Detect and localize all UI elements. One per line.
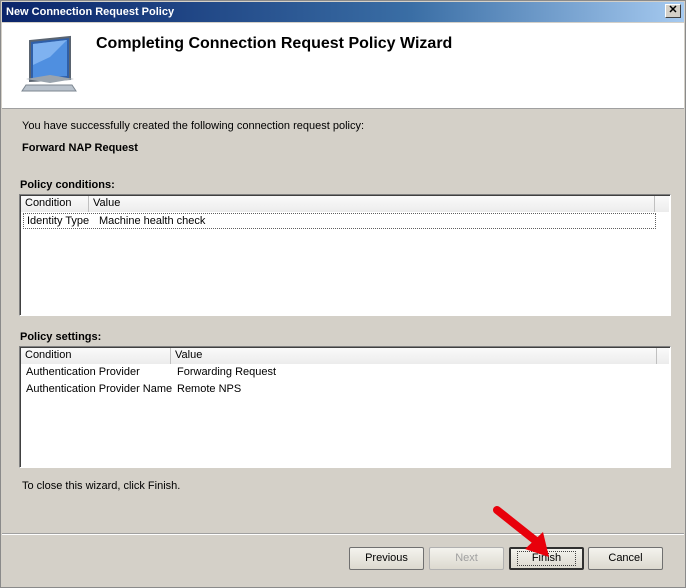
close-hint: To close this wizard, click Finish. [22,480,181,492]
button-divider [2,533,684,535]
column-value[interactable]: Value [89,196,655,212]
row-value: Remote NPS [177,383,242,395]
settings-header: Condition Value [21,348,669,364]
title-bar: New Connection Request Policy ✕ [2,2,684,22]
row-condition: Authentication Provider Name [26,383,173,395]
settings-list[interactable]: Condition Value Authentication Provider … [19,346,671,468]
success-message: You have successfully created the follow… [22,120,365,132]
cancel-button[interactable]: Cancel [588,547,663,570]
row-condition: Identity Type [27,215,90,227]
red-arrow-icon [493,506,549,557]
column-filler [657,348,669,364]
row-condition: Authentication Provider [26,366,140,378]
table-row[interactable]: Authentication Provider Forwarding Reque… [23,365,656,381]
conditions-header: Condition Value [21,196,669,212]
wizard-window: New Connection Request Policy ✕ Completi… [0,0,686,588]
column-condition[interactable]: Condition [21,348,171,364]
close-icon[interactable]: ✕ [665,4,681,18]
row-value: Forwarding Request [177,366,277,378]
table-row[interactable]: Identity Type Machine health check [23,213,656,229]
column-condition[interactable]: Condition [21,196,89,212]
window-title: New Connection Request Policy [6,6,175,18]
column-filler [655,196,669,212]
settings-label: Policy settings: [20,331,102,343]
column-value[interactable]: Value [171,348,657,364]
policy-name: Forward NAP Request [22,142,138,154]
row-value: Machine health check [99,215,206,227]
table-row[interactable]: Authentication Provider Name Remote NPS [23,382,656,398]
wizard-header: Completing Connection Request Policy Wiz… [2,23,684,109]
computer-monitor-icon [21,35,77,92]
conditions-list[interactable]: Condition Value Identity Type Machine he… [19,194,671,316]
conditions-label: Policy conditions: [20,179,115,191]
page-title: Completing Connection Request Policy Wiz… [96,35,453,52]
previous-button[interactable]: Previous [349,547,424,570]
